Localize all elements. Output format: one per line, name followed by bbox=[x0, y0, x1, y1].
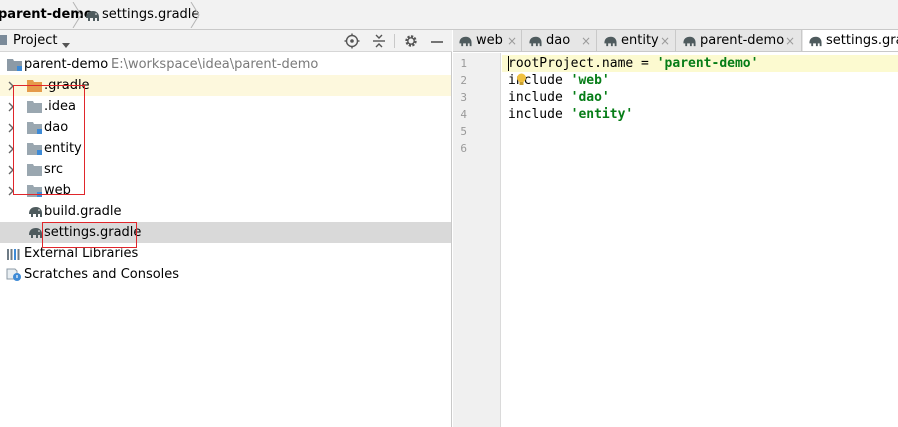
line-number: 5 bbox=[460, 125, 467, 138]
tree-row-web[interactable]: web bbox=[0, 180, 451, 201]
tree-row-root[interactable]: parent-demo E:\workspace\idea\parent-dem… bbox=[0, 54, 451, 75]
tree-row-build-gradle[interactable]: build.gradle bbox=[0, 201, 451, 222]
code-string: 'web' bbox=[570, 73, 610, 88]
tree-item-label: entity bbox=[44, 141, 82, 156]
close-icon[interactable]: × bbox=[660, 30, 670, 51]
tree-item-label: .idea bbox=[44, 99, 76, 114]
chevron-right-icon[interactable] bbox=[6, 143, 16, 154]
locate-icon[interactable] bbox=[344, 33, 360, 49]
code-line[interactable]: rootProject.name = 'parent-demo' bbox=[508, 55, 758, 72]
text-caret bbox=[508, 56, 509, 71]
gradle-elephant-icon bbox=[27, 225, 43, 240]
gradle-elephant-icon bbox=[27, 204, 43, 219]
tab-label: dao bbox=[546, 33, 571, 48]
tab-label: web bbox=[476, 33, 503, 48]
module-folder-icon bbox=[27, 183, 43, 198]
code-line[interactable]: include 'dao' bbox=[508, 89, 610, 106]
folder-orange-icon bbox=[27, 78, 43, 93]
root-project-label: parent-demo bbox=[24, 57, 109, 72]
gradle-elephant-icon bbox=[681, 34, 697, 48]
tree-item-label: dao bbox=[44, 120, 69, 135]
project-panel-header: Project bbox=[0, 30, 452, 52]
breadcrumb: parent-demo settings.gradle bbox=[0, 0, 898, 30]
project-folder-icon bbox=[7, 57, 23, 72]
tab-label: settings.grad bbox=[826, 33, 898, 48]
minimize-icon[interactable] bbox=[429, 33, 445, 49]
tab-parent-demo[interactable]: parent-demo × bbox=[677, 30, 802, 51]
scratches-icon bbox=[6, 267, 22, 282]
tree-row-dao[interactable]: dao bbox=[0, 117, 451, 138]
chevron-down-icon[interactable] bbox=[62, 38, 70, 53]
tree-row-external-libraries[interactable]: External Libraries bbox=[0, 243, 451, 264]
chevron-right-icon[interactable] bbox=[6, 101, 16, 112]
tab-entity[interactable]: entity × bbox=[598, 30, 676, 51]
folder-icon bbox=[27, 99, 43, 114]
gradle-elephant-icon bbox=[84, 8, 100, 23]
breadcrumb-separator-icon bbox=[72, 2, 82, 28]
tree-row-entity[interactable]: entity bbox=[0, 138, 451, 159]
tree-row-scratches[interactable]: Scratches and Consoles bbox=[0, 264, 451, 285]
gear-icon[interactable] bbox=[403, 33, 419, 49]
code-text: include bbox=[508, 90, 571, 105]
chevron-right-icon[interactable] bbox=[6, 185, 16, 196]
tree-row-idea[interactable]: .idea bbox=[0, 96, 451, 117]
code-line[interactable]: include 'entity' bbox=[508, 106, 633, 123]
breadcrumb-file[interactable]: settings.gradle bbox=[102, 0, 199, 30]
toolbar-divider bbox=[394, 34, 395, 48]
code-string: 'dao' bbox=[570, 90, 610, 105]
scratches-label: Scratches and Consoles bbox=[24, 267, 180, 282]
external-libraries-label: External Libraries bbox=[24, 246, 139, 261]
project-view-title[interactable]: Project bbox=[13, 30, 57, 52]
line-number: 4 bbox=[460, 108, 467, 121]
chevron-right-icon[interactable] bbox=[6, 164, 16, 175]
line-number: 1 bbox=[460, 57, 467, 70]
close-icon[interactable]: × bbox=[785, 30, 795, 51]
close-icon[interactable]: × bbox=[581, 30, 591, 51]
tree-item-label: src bbox=[44, 162, 63, 177]
tree-item-label: settings.gradle bbox=[44, 225, 142, 240]
tree-item-label: build.gradle bbox=[44, 204, 122, 219]
line-number: 6 bbox=[460, 142, 467, 155]
gradle-elephant-icon bbox=[527, 34, 543, 48]
line-number-gutter: 1 2 3 4 5 6 bbox=[453, 53, 501, 427]
code-text: include bbox=[508, 107, 571, 122]
chevron-right-icon[interactable] bbox=[6, 80, 16, 91]
collapse-all-icon[interactable] bbox=[371, 33, 387, 49]
line-number: 3 bbox=[460, 91, 467, 104]
tree-row-settings-gradle[interactable]: settings.gradle bbox=[0, 222, 451, 243]
editor-area: web × dao × entity × parent-demo × setti… bbox=[453, 30, 898, 427]
code-string: 'parent-demo' bbox=[656, 56, 759, 71]
folder-icon bbox=[27, 162, 43, 177]
library-icon bbox=[6, 246, 22, 261]
tree-item-label: web bbox=[44, 183, 71, 198]
root-project-path: E:\workspace\idea\parent-demo bbox=[111, 57, 319, 72]
tab-dao[interactable]: dao × bbox=[523, 30, 597, 51]
lightbulb-icon[interactable] bbox=[516, 73, 527, 87]
chevron-right-icon[interactable] bbox=[6, 122, 16, 133]
project-view-icon bbox=[0, 34, 8, 46]
line-number: 2 bbox=[460, 74, 467, 87]
tab-label: parent-demo bbox=[700, 33, 785, 48]
gradle-elephant-icon bbox=[602, 34, 618, 48]
code-text: rootProject.name = bbox=[508, 56, 657, 71]
tab-web[interactable]: web × bbox=[453, 30, 522, 51]
module-folder-icon bbox=[27, 120, 43, 135]
gradle-elephant-icon bbox=[457, 34, 473, 48]
code-string: 'entity' bbox=[570, 107, 634, 122]
tab-settings-gradle[interactable]: settings.grad bbox=[803, 30, 898, 51]
tab-label: entity bbox=[621, 33, 659, 48]
editor-tab-bar: web × dao × entity × parent-demo × setti… bbox=[453, 30, 898, 52]
tree-row-src[interactable]: src bbox=[0, 159, 451, 180]
module-folder-icon bbox=[27, 141, 43, 156]
project-panel: Project parent-demo E:\workspace\idea\pa… bbox=[0, 30, 452, 427]
breadcrumb-separator-icon bbox=[190, 2, 200, 28]
close-icon[interactable]: × bbox=[507, 30, 517, 51]
tree-row-gradle-dir[interactable]: .gradle bbox=[0, 75, 451, 96]
gradle-elephant-icon bbox=[807, 34, 823, 48]
tree-item-label: .gradle bbox=[44, 78, 90, 93]
